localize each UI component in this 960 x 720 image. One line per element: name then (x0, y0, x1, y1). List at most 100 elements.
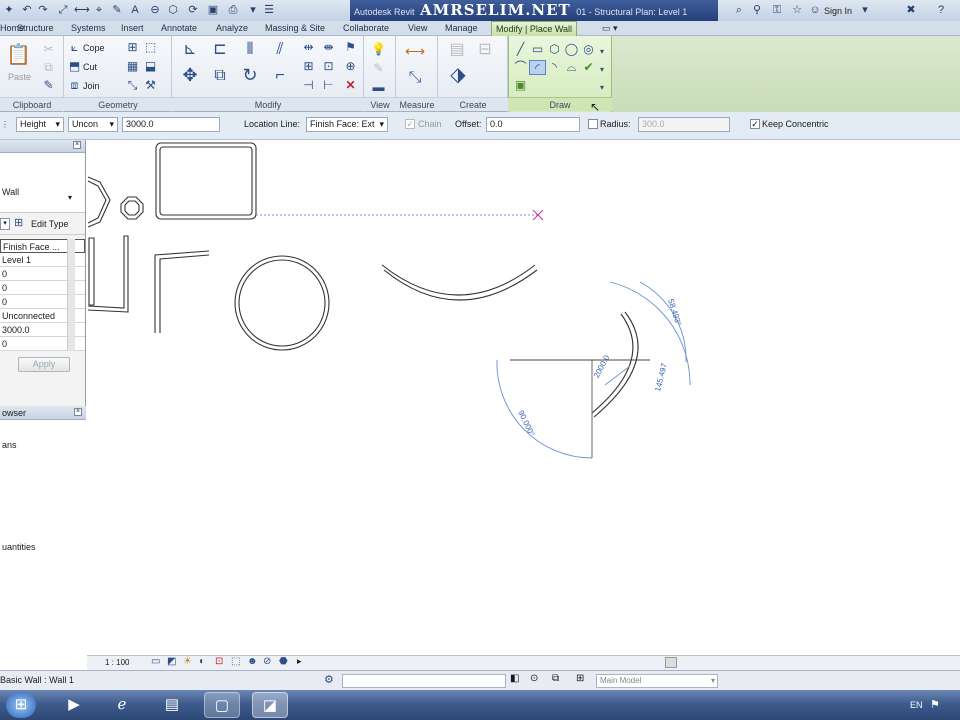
worksets-icon[interactable]: ⚙ (324, 673, 334, 686)
center-ends-arc-icon[interactable]: ◜ (529, 60, 546, 75)
print-icon[interactable]: ⎙ (226, 3, 240, 17)
editable-only-icon[interactable]: ◧ (510, 673, 519, 684)
filter-icon[interactable]: ⧉ (552, 673, 559, 684)
radius-checkbox[interactable] (588, 119, 598, 129)
chevron-down-icon[interactable]: ▾ (0, 218, 10, 230)
edit-type-icon[interactable]: ⊞ (14, 216, 23, 229)
uncon-select[interactable]: Uncon ▾ (68, 117, 118, 132)
search-icon[interactable]: ⚲ (750, 3, 764, 17)
app-menu-icon[interactable]: ✦ (2, 3, 16, 17)
cope-icon[interactable]: ⟀ (66, 40, 83, 55)
edit-type-button[interactable]: Edit Type (31, 219, 68, 229)
offset-dim-text[interactable]: 2000.0 (592, 353, 612, 379)
move-icon[interactable]: ✥ (178, 66, 202, 90)
exchange-icon[interactable]: ✖ (904, 3, 918, 17)
match-properties-icon[interactable]: ✎ (40, 78, 57, 93)
detail-level-icon[interactable]: ▭ (151, 656, 160, 667)
draw-expand-3-icon[interactable]: ▾ (597, 80, 607, 95)
property-scrollbar[interactable] (67, 239, 75, 351)
tab-systems[interactable]: Systems (67, 21, 110, 36)
tab-modify-place-wall[interactable]: Modify | Place Wall (491, 21, 578, 36)
trim-single-icon[interactable]: ⊣ (300, 78, 317, 93)
bottom-angle-dim-text[interactable]: 90.000° (516, 409, 536, 438)
ribbon-minimize-toggle[interactable]: ▭ ▾ (598, 21, 622, 36)
crop-view-icon[interactable]: ⊡ (215, 656, 223, 667)
drawing-svg[interactable]: 58.493° 145.497 2000.0 90.000° (87, 140, 960, 655)
3d-view-icon[interactable]: ⬡ (166, 3, 180, 17)
text-annotation-icon[interactable]: A (128, 3, 142, 17)
cope-label[interactable]: Cope (83, 43, 105, 53)
hammer-icon[interactable]: ⚒ (142, 78, 159, 93)
height-value-field[interactable]: 3000.0 (122, 117, 220, 132)
mirror-draw-icon[interactable]: ⫽ (268, 42, 292, 62)
workset-dropdown[interactable] (342, 674, 506, 688)
view-control-expand-icon[interactable]: ▸ (297, 656, 302, 667)
pick-faces-icon[interactable]: ▣ (512, 78, 529, 93)
show-crop-icon[interactable]: ⬚ (231, 656, 240, 667)
polygon-tool-icon[interactable]: ⬡ (546, 42, 563, 57)
tab-view[interactable]: View (404, 21, 431, 36)
unpin-icon[interactable]: ⚑ (342, 40, 359, 55)
pencil-icon[interactable]: ✎ (110, 3, 124, 17)
dimension-icon[interactable]: ⤡ (402, 70, 428, 86)
sun-path-icon[interactable]: ☀ (183, 656, 192, 667)
video-editor-icon[interactable]: ▤ (154, 692, 190, 718)
dropdown-icon[interactable]: ▾ (246, 3, 260, 17)
cut-geometry-icon[interactable]: ⬒ (66, 59, 83, 74)
linework-icon[interactable]: ▬ (370, 80, 387, 95)
pin-icon[interactable]: ⊕ (342, 59, 359, 74)
split-gap-icon[interactable]: ⇼ (320, 40, 337, 55)
split-face-icon[interactable]: ⬚ (142, 40, 159, 55)
sign-in-dropdown-icon[interactable]: ▾ (858, 3, 872, 17)
design-options-icon[interactable]: ⊙ (530, 673, 538, 684)
create-assembly-icon[interactable]: ▤ (446, 42, 468, 64)
scroll-thumb[interactable] (665, 657, 677, 668)
measure-icon[interactable]: ⤢ (56, 3, 70, 17)
tab-insert[interactable]: Insert (117, 21, 148, 36)
location-line-select[interactable]: Finish Face: Ext ▾ (306, 117, 388, 132)
temporary-hide-icon[interactable]: ☻ (247, 656, 258, 667)
tab-collaborate[interactable]: Collaborate (339, 21, 393, 36)
type-selector[interactable]: Wall ▾ (0, 153, 85, 213)
cut-label[interactable]: Cut (83, 62, 97, 72)
chain-checkbox[interactable]: ✓ (405, 119, 415, 129)
beam-join-icon[interactable]: ⤡ (124, 78, 141, 93)
trim-extend-icon[interactable]: ⌐ (268, 68, 292, 90)
rectangle-tool-icon[interactable]: ▭ (529, 42, 546, 57)
browser-icon[interactable]: ℯ (104, 692, 140, 718)
create-group-icon[interactable]: ⬗ (446, 65, 470, 92)
array-icon[interactable]: ⊞ (300, 59, 317, 74)
height-select[interactable]: Height ▾ (16, 117, 64, 132)
visual-style-icon[interactable]: ◩ (167, 656, 176, 667)
draw-expand-2-icon[interactable]: ▾ (597, 62, 607, 77)
media-player-icon[interactable]: ▶ (56, 692, 92, 718)
tag-icon[interactable]: ⌖ (92, 3, 106, 17)
tangent-arc-icon[interactable]: ◝ (546, 60, 563, 75)
tab-manage[interactable]: Manage (441, 21, 482, 36)
aligned-dimension-icon[interactable]: ⟷ (74, 3, 90, 17)
exclude-options-icon[interactable]: ⊞ (576, 673, 584, 684)
subscription-icon[interactable]: ⚿ (770, 3, 784, 17)
close-icon[interactable]: × (74, 408, 82, 416)
tray-flag-icon[interactable]: ⚑ (930, 698, 940, 711)
hide-in-view-icon[interactable]: 💡 (370, 42, 387, 57)
offset-field[interactable]: 0.0 (486, 117, 580, 132)
paint-icon[interactable]: ▦ (124, 59, 141, 74)
binoculars-icon[interactable]: ⌕ (732, 3, 746, 17)
undo-icon[interactable]: ↶ (20, 3, 34, 17)
fillet-arc-icon[interactable]: ⌓ (563, 60, 580, 75)
close-icon[interactable]: × (73, 141, 81, 149)
rotate-icon[interactable]: ↻ (238, 66, 262, 90)
chevron-down-icon[interactable]: ▾ (68, 193, 72, 202)
length-dim-text[interactable]: 145.497 (653, 362, 669, 393)
copy-clipboard-icon[interactable]: ⧉ (40, 60, 57, 75)
switch-window-icon[interactable]: ▣ (206, 3, 220, 17)
pick-lines-icon[interactable]: ✔ (580, 60, 597, 75)
demolish-icon[interactable]: ⬓ (142, 59, 159, 74)
join-icon[interactable]: ⧈ (66, 78, 83, 93)
start-button-icon[interactable]: ⊞ (6, 692, 36, 718)
design-option-dropdown[interactable]: Main Model ▾ (596, 674, 718, 688)
circle-tool-icon[interactable]: ◯ (563, 42, 580, 57)
circumscribed-polygon-icon[interactable]: ◎ (580, 42, 597, 57)
apply-button[interactable]: Apply (18, 357, 70, 372)
